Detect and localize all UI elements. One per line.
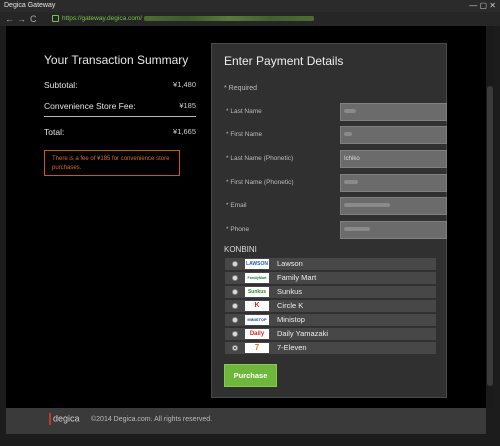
last-name-phonetic-row: * Last Name (Phonetic) Ichiko [224, 150, 447, 168]
last-name-input[interactable] [340, 103, 447, 121]
first-name-input[interactable] [340, 126, 447, 144]
store-name-familymart: Family Mart [277, 273, 317, 282]
last-name-value [344, 109, 356, 114]
dailyyamazaki-logo-icon: Daily [245, 329, 269, 339]
summary-title: Your Transaction Summary [44, 53, 189, 67]
first-name-label: * First Name [226, 131, 263, 138]
last-name-row: * Last Name [224, 103, 447, 121]
store-option-circlek[interactable]: K Circle K [225, 300, 436, 312]
store-name-sunkus: Sunkus [277, 287, 303, 296]
sunkus-logo-icon: Sunkus [245, 287, 269, 297]
address-bar[interactable]: https://gateway.degica.com/ [52, 14, 492, 24]
email-value [344, 203, 390, 208]
last-name-label: * Last Name [226, 108, 262, 115]
store-option-7eleven[interactable]: 7 7-Eleven [225, 342, 436, 354]
email-label: * Email [226, 202, 247, 209]
sunkus-radio[interactable] [232, 289, 238, 295]
window-title: Degica Gateway [4, 2, 56, 9]
payment-panel: Enter Payment Details * Required * Last … [211, 43, 447, 398]
fee-value: ¥185 [179, 101, 196, 110]
first-name-value [344, 132, 352, 137]
ministop-logo-icon: MINISTOP [245, 315, 269, 325]
konbini-title: KONBINI [224, 245, 257, 254]
window-titlebar: Degica Gateway — ▢ ✕ [0, 0, 500, 12]
email-input[interactable] [340, 197, 447, 215]
back-icon[interactable]: ← [5, 13, 14, 25]
circlek-radio[interactable] [232, 303, 238, 309]
first-name-phonetic-row: * First Name (Phonetic) [224, 174, 447, 192]
store-name-7eleven: 7-Eleven [277, 343, 307, 352]
total-label: Total: [44, 127, 65, 137]
circlek-logo-icon: K [245, 301, 269, 311]
store-option-ministop[interactable]: MINISTOP Ministop [225, 314, 436, 326]
required-note: * Required [224, 85, 258, 92]
first-name-phonetic-value [344, 180, 358, 185]
url-text: https://gateway.degica.com/ [62, 15, 143, 22]
7eleven-radio[interactable] [232, 345, 238, 351]
ministop-radio[interactable] [232, 317, 238, 323]
fee-label: Convenience Store Fee: [44, 101, 136, 111]
url-blurred [144, 15, 315, 21]
fee-row: Convenience Store Fee: ¥185 [44, 101, 196, 111]
first-name-phonetic-label: * First Name (Phonetic) [226, 179, 294, 186]
lawson-radio[interactable] [232, 261, 238, 267]
phone-input[interactable] [340, 221, 447, 239]
window-controls[interactable]: — ▢ ✕ [469, 0, 496, 12]
familymart-radio[interactable] [232, 275, 238, 281]
first-name-phonetic-input[interactable] [340, 174, 447, 192]
first-name-row: * First Name [224, 126, 447, 144]
dailyyamazaki-radio[interactable] [232, 331, 238, 337]
scrollbar[interactable] [486, 26, 494, 408]
store-option-dailyyamazaki[interactable]: Daily Daily Yamazaki [225, 328, 436, 340]
phone-row: * Phone [224, 221, 447, 239]
reload-icon[interactable]: C [30, 13, 37, 25]
store-option-sunkus[interactable]: Sunkus Sunkus [225, 286, 436, 298]
degica-logo-text: degica [53, 413, 80, 424]
last-name-phonetic-label: * Last Name (Phonetic) [226, 155, 294, 162]
forward-icon[interactable]: → [17, 13, 26, 25]
lawson-logo-icon: LAWSON [245, 259, 269, 269]
phone-value [344, 227, 370, 232]
logo-bar-icon [49, 413, 51, 425]
degica-logo: degica [49, 413, 80, 425]
last-name-phonetic-input[interactable]: Ichiko [340, 150, 447, 168]
lock-icon [52, 14, 59, 22]
scroll-thumb[interactable] [487, 86, 493, 386]
payment-title: Enter Payment Details [224, 54, 344, 68]
transaction-summary: Your Transaction Summary Subtotal: ¥1,48… [44, 53, 196, 176]
window-bottom-edge [0, 434, 500, 446]
footer-copyright: ©2014 Degica.com. All rights reserved. [91, 416, 213, 423]
familymart-logo-icon: FamilyMart [245, 273, 269, 283]
email-row: * Email [224, 197, 447, 215]
store-name-ministop: Ministop [277, 315, 305, 324]
total-row: Total: ¥1,665 [44, 127, 196, 137]
store-name-circlek: Circle K [277, 301, 304, 310]
purchase-button[interactable]: Purchase [224, 364, 277, 387]
subtotal-row: Subtotal: ¥1,480 [44, 80, 196, 90]
browser-toolbar: ← → C https://gateway.degica.com/ [0, 12, 500, 26]
store-name-dailyyamazaki: Daily Yamazaki [277, 329, 328, 338]
phone-label: * Phone [226, 226, 250, 233]
fee-note: There is a fee of ¥185 for convenience s… [44, 150, 180, 176]
7eleven-logo-icon: 7 [245, 343, 269, 353]
total-value: ¥1,665 [173, 127, 196, 136]
summary-divider [44, 116, 196, 117]
page-footer: degica ©2014 Degica.com. All rights rese… [6, 408, 486, 434]
store-name-lawson: Lawson [277, 259, 303, 268]
store-option-lawson[interactable]: LAWSON Lawson [225, 258, 436, 270]
store-option-familymart[interactable]: FamilyMart Family Mart [225, 272, 436, 284]
subtotal-label: Subtotal: [44, 80, 78, 90]
subtotal-value: ¥1,480 [173, 80, 196, 89]
